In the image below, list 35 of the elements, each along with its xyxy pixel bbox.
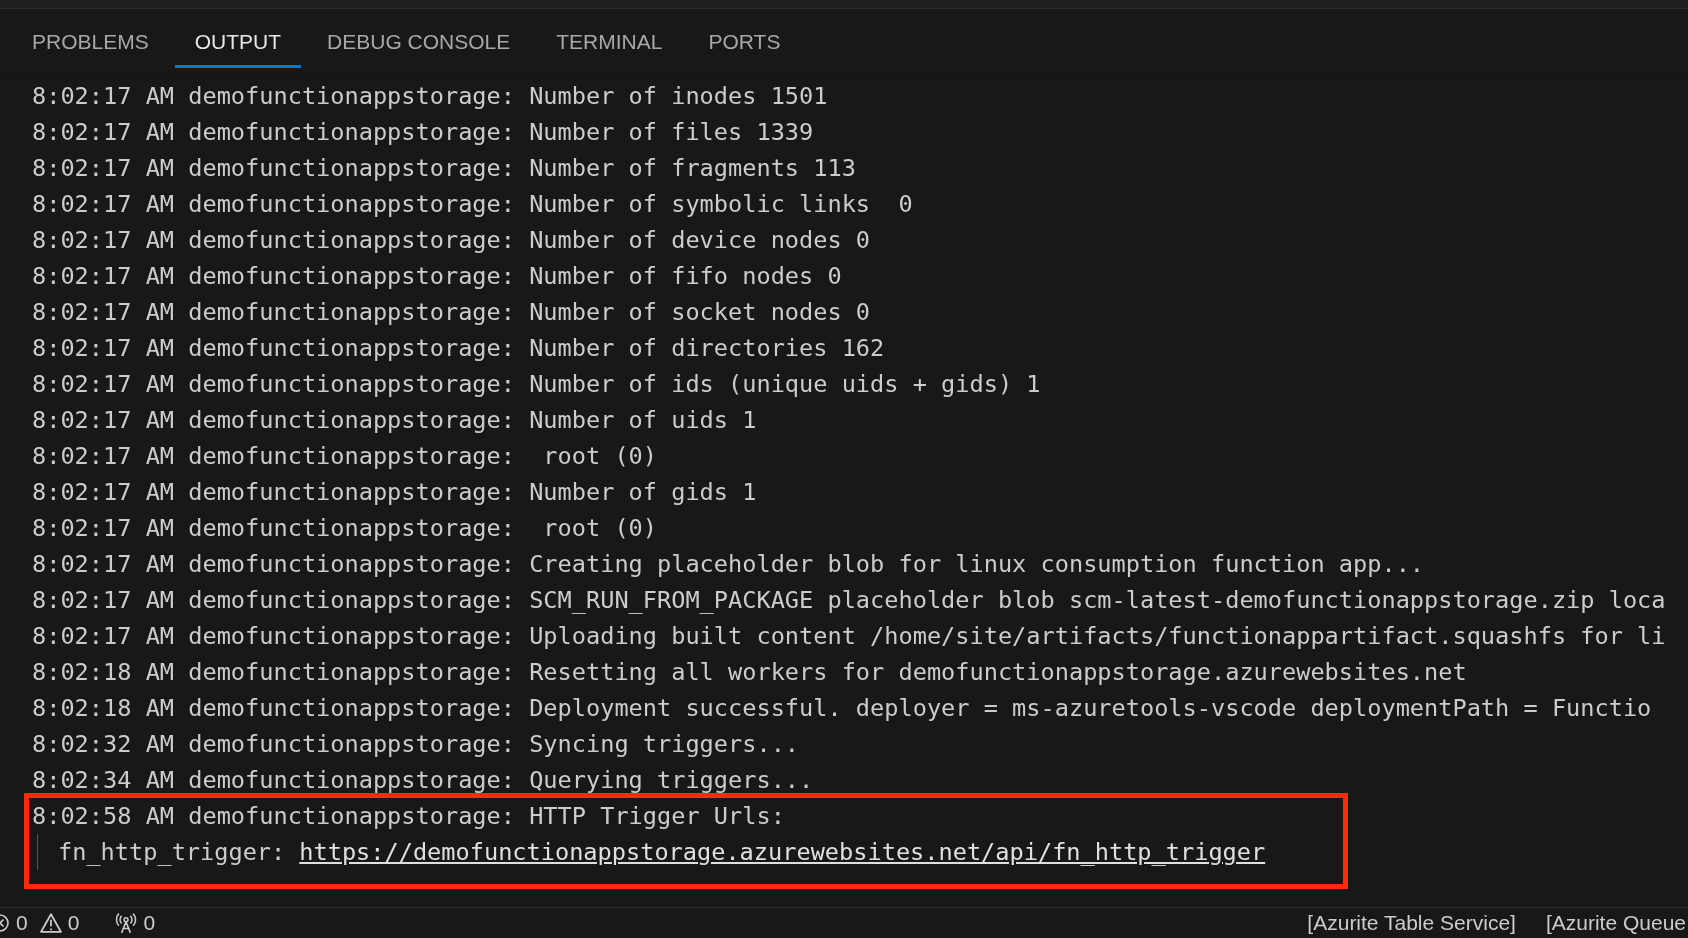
output-line: 8:02:17 AM demofunctionappstorage: SCM_RUN_FROM_PACKAGE placeholder blob scm-latest-demofunctionappstorage.zip loca [31,585,1667,616]
output-line: 8:02:17 AM demofunctionappstorage: Number of inodes 1501 [31,81,829,112]
trigger-url-link[interactable]: https://demofunctionappstorage.azurewebsites.net/api/fn_http_trigger [299,838,1266,866]
output-line: 8:02:17 AM demofunctionappstorage: Number of symbolic links 0 [31,189,914,220]
trigger-name: fn_http_trigger: [58,838,286,866]
output-line: 8:02:17 AM demofunctionappstorage: Number of fragments 113 [31,153,857,184]
panel-tab[interactable]: OUTPUT [174,16,302,68]
output-line: 8:02:17 AM demofunctionappstorage: Number of uids 1 [31,405,758,436]
output-line: 8:02:17 AM demofunctionappstorage: Creating placeholder blob for linux consumption function app... [31,549,1426,580]
panel-tab[interactable]: PROBLEMS [12,16,169,68]
output-line: 8:02:17 AM demofunctionappstorage: Number of gids 1 [31,477,758,508]
output-line: 8:02:17 AM demofunctionappstorage: Number of device nodes 0 [31,225,872,256]
output-line: 8:02:34 AM demofunctionappstorage: Querying triggers... [31,765,815,796]
port-count[interactable]: 0 [143,911,156,935]
status-item[interactable]: [Azurite Queue [1545,911,1686,935]
output-line: 8:02:17 AM demofunctionappstorage: root (0) [31,441,658,472]
output-line: 8:02:58 AM demofunctionappstorage: HTTP Trigger Urls: [31,801,786,832]
output-line: 8:02:18 AM demofunctionappstorage: Resetting all workers for demofunctionappstorage.azurewebsites.net [31,657,1468,688]
panel-tab[interactable]: DEBUG CONSOLE [307,16,531,68]
warning-icon[interactable] [39,912,62,934]
output-line: 8:02:17 AM demofunctionappstorage: Number of ids (unique uids + gids) 1 [31,369,1042,400]
antenna-icon[interactable] [115,912,138,934]
status-item[interactable]: [Azurite Table Service] [1307,911,1516,935]
output-line: 8:02:17 AM demofunctionappstorage: Number of socket nodes 0 [31,297,872,328]
output-line: 8:02:17 AM demofunctionappstorage: Number of directories 162 [31,333,886,364]
output-line: 8:02:17 AM demofunctionappstorage: root (0) [31,513,658,544]
warning-count[interactable]: 0 [67,911,80,935]
output-line: 8:02:32 AM demofunctionappstorage: Syncing triggers... [31,729,801,760]
error-count[interactable]: 0 [16,911,28,935]
panel-tab[interactable]: TERMINAL [536,16,683,68]
panel-tab[interactable]: PORTS [688,16,801,68]
output-line: 8:02:17 AM demofunctionappstorage: Number of fifo nodes 0 [31,261,843,292]
output-line: 8:02:18 AM demofunctionappstorage: Deployment successful. deployer = ms-azuretools-vscode deploymentPath = Functio [31,693,1653,724]
output-line: 8:02:17 AM demofunctionappstorage: Number of files 1339 [31,117,815,148]
output-line: 8:02:17 AM demofunctionappstorage: Uploading built content /home/site/artifacts/functionappartifact.squashfs for li [31,621,1667,652]
